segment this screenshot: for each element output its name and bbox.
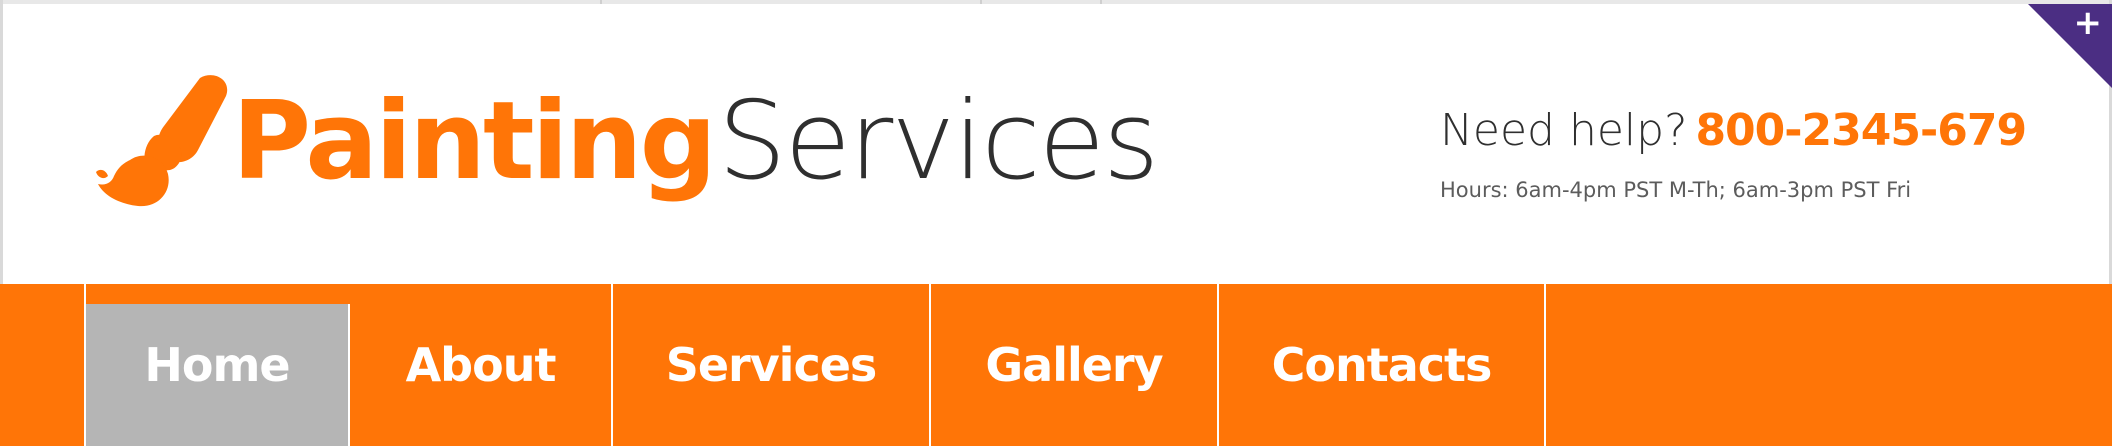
nav-item-label: Contacts [1271,338,1493,392]
nav-item-label: Gallery [985,338,1163,392]
nav-item-home[interactable]: Home [86,304,350,446]
page: PaintingServices Need help? 800-2345-679 … [0,0,2112,446]
nav-items: Home About Services Gallery Contacts [86,284,1546,446]
main-nav: Home About Services Gallery Contacts [0,284,2112,446]
logo-text: PaintingServices [232,88,1159,196]
top-border [0,0,2112,4]
help-prefix: Need help? [1440,105,1688,156]
nav-item-label: Services [665,338,878,392]
nav-item-gallery[interactable]: Gallery [931,284,1219,446]
nav-item-contacts[interactable]: Contacts [1219,284,1546,446]
top-border-tick [1100,0,1102,4]
nav-item-services[interactable]: Services [613,284,931,446]
nav-item-label: About [405,338,557,392]
nav-item-label: Home [144,338,290,392]
nav-item-about[interactable]: About [350,284,613,446]
business-hours: Hours: 6am-4pm PST M-Th; 6am-3pm PST Fri [1440,178,1912,202]
top-border-tick [600,0,602,4]
help-block: Need help? 800-2345-679 Hours: 6am-4pm PS… [1440,105,2027,203]
top-border-tick [980,0,982,4]
help-line: Need help? 800-2345-679 [1440,105,2027,157]
help-phone-number[interactable]: 800-2345-679 [1695,105,2027,156]
paintbrush-icon [96,75,228,207]
logo-text-light: Services [717,79,1159,204]
corner-badge-button[interactable]: + [2028,4,2112,88]
plus-icon: + [2073,4,2103,43]
site-logo[interactable]: PaintingServices [92,72,1272,232]
logo-text-strong: Painting [232,79,717,204]
